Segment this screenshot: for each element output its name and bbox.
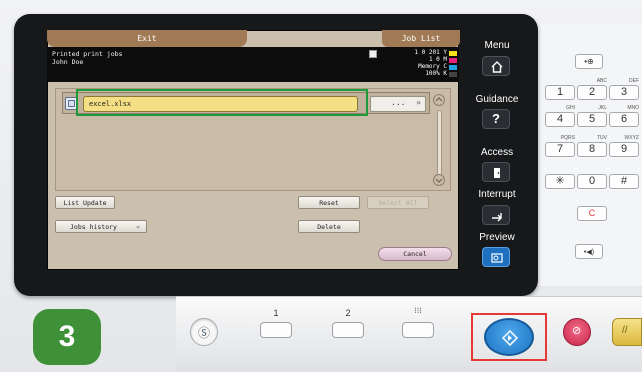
jobs-history-button[interactable]: Jobs history »	[55, 220, 147, 233]
key-9-letters: WXYZ	[624, 135, 639, 141]
preview-button[interactable]	[482, 247, 510, 267]
sound-button[interactable]: •◀)	[575, 244, 603, 259]
preview-label: Preview	[479, 232, 515, 243]
step-number-badge: 3	[33, 309, 101, 365]
reset-key-button[interactable]: //	[612, 318, 642, 346]
access-button[interactable]	[482, 162, 510, 182]
scrollbar-track[interactable]	[437, 110, 442, 176]
preview-icon	[491, 253, 503, 263]
magnifier-icon: •⊕	[584, 57, 594, 66]
list-update-button[interactable]: List Update	[55, 196, 115, 209]
power-save-icon: Ⓢ	[198, 326, 211, 340]
interrupt-label: Interrupt	[478, 189, 516, 200]
select-all-label: Select All	[378, 199, 418, 207]
forward-arrow-icon: »	[416, 98, 421, 107]
file-highlight-box	[76, 89, 368, 116]
clear-button[interactable]: C	[577, 206, 607, 221]
detail-button[interactable]: ... »	[370, 96, 426, 112]
toner-cyan-bar	[449, 65, 457, 70]
exit-button[interactable]: Exit	[47, 30, 247, 47]
guidance-label: Guidance	[475, 94, 519, 105]
delete-label: Delete	[317, 223, 341, 231]
key-7[interactable]: 7	[545, 142, 575, 157]
reset-button[interactable]: Reset	[298, 196, 360, 209]
screen-header: Printed print jobs John Doe 1 0 201 Y 1 …	[47, 47, 459, 82]
key-asterisk[interactable]: ✳	[545, 174, 575, 189]
key-1[interactable]: 1	[545, 85, 575, 100]
stop-icon: ⊘	[572, 325, 582, 337]
key-6[interactable]: 6	[609, 112, 639, 127]
key-hash[interactable]: #	[609, 174, 639, 189]
checkbox-inner-icon	[68, 100, 75, 107]
reset-label: Reset	[319, 199, 339, 207]
scroll-down-button[interactable]	[433, 174, 445, 186]
chevron-up-icon	[435, 97, 443, 102]
menu-label: Menu	[484, 40, 510, 51]
exit-label: Exit	[137, 34, 157, 43]
toner-k-text: 100% K	[425, 70, 447, 77]
cancel-button[interactable]: Cancel	[378, 247, 452, 261]
question-icon: ?	[492, 111, 500, 126]
key-9[interactable]: 9	[609, 142, 639, 157]
list-update-label: List Update	[63, 199, 107, 207]
program-key-1-label: 1	[273, 308, 279, 318]
scroll-up-button[interactable]	[433, 94, 445, 106]
key-2[interactable]: 2	[577, 85, 607, 100]
key-7-letters: PQRS	[560, 135, 575, 141]
forward-arrow-icon: »	[136, 223, 140, 231]
menu-button[interactable]	[482, 56, 510, 76]
job-list-tab[interactable]: Job List	[382, 30, 460, 47]
start-highlight-box	[471, 313, 547, 361]
key-0[interactable]: 0	[577, 174, 607, 189]
jobs-history-label: Jobs history	[70, 223, 117, 231]
zoom-button[interactable]: •⊕	[575, 54, 603, 69]
key-8[interactable]: 8	[577, 142, 607, 157]
interrupt-icon	[492, 213, 502, 222]
select-all-button[interactable]: Select All	[367, 196, 429, 209]
key-5[interactable]: 5	[577, 112, 607, 127]
cancel-label: Cancel	[403, 250, 427, 258]
detail-label: ...	[391, 98, 406, 107]
reset-key-icon: //	[622, 325, 628, 336]
header-line2: John Doe	[52, 58, 84, 66]
delete-button[interactable]: Delete	[298, 220, 360, 233]
power-save-button[interactable]: Ⓢ	[190, 318, 218, 346]
chevron-down-icon	[435, 178, 443, 183]
job-list-label: Job List	[401, 34, 441, 43]
door-icon	[494, 168, 500, 178]
program-key-3-label: ⁝⁝⁝	[414, 306, 422, 315]
interrupt-button[interactable]	[482, 205, 510, 225]
program-key-2-label: 2	[345, 308, 351, 318]
key-2-letters: ABC	[596, 78, 607, 84]
guidance-button[interactable]: ?	[482, 109, 510, 129]
home-icon	[491, 61, 503, 73]
device-panel: Exit Job List Printed print jobs John Do…	[0, 0, 642, 372]
key-3-letters: DEF	[629, 78, 639, 84]
key-4[interactable]: 4	[545, 112, 575, 127]
access-label: Access	[480, 147, 514, 158]
stop-button[interactable]: ⊘	[563, 318, 591, 346]
page-icon	[369, 50, 377, 58]
key-4-letters: GHI	[566, 105, 575, 111]
key-8-letters: TUV	[597, 135, 607, 141]
program-key-3[interactable]	[402, 322, 434, 338]
key-5-letters: JKL	[598, 105, 607, 111]
toner-black-bar	[449, 72, 457, 77]
key-3[interactable]: 3	[609, 85, 639, 100]
toner-magenta-bar	[449, 58, 457, 63]
program-key-1[interactable]	[260, 322, 292, 338]
key-6-letters: MNO	[627, 105, 639, 111]
speaker-icon: •◀)	[583, 249, 595, 256]
header-line1: Printed print jobs	[52, 50, 123, 58]
toner-yellow-bar	[449, 51, 457, 56]
program-key-2[interactable]	[332, 322, 364, 338]
